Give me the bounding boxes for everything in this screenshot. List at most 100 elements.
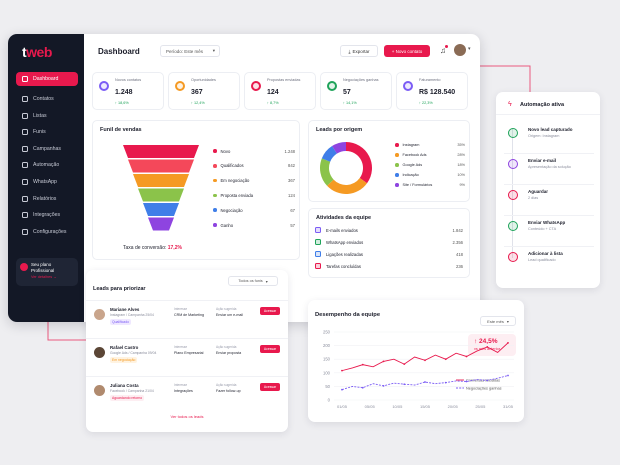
series-line-0	[341, 342, 509, 372]
kpi-value: 367	[191, 89, 203, 96]
sidebar-item-6[interactable]: WhatsApp	[16, 175, 78, 189]
lead-row[interactable]: Rafael Castro Google Ads / Campanha 09/04…	[86, 338, 288, 374]
sidebar-item-9[interactable]: Configurações	[16, 225, 78, 239]
data-point	[507, 374, 509, 377]
kpi-icon	[251, 81, 261, 91]
status-badge: Aguardando retorno	[110, 395, 145, 401]
sidebar-item-4[interactable]: Campanhas	[16, 142, 78, 156]
x-tick-label: 01/05	[337, 404, 348, 409]
step-subtitle: 2 dias	[528, 196, 539, 200]
sidebar-item-label: Funis	[33, 129, 46, 136]
step-title: Novo lead capturado	[528, 127, 573, 132]
nav-5-icon	[22, 162, 28, 169]
sidebar-item-8[interactable]: Integrações	[16, 208, 78, 222]
x-tick-label: 10/05	[392, 404, 403, 409]
sidebar-item-label: Automação	[33, 162, 60, 169]
logo: tweb	[22, 44, 52, 60]
step-subtitle: Apresentação da solução	[528, 165, 571, 169]
legend-dot	[395, 143, 399, 147]
avatar[interactable]	[454, 44, 466, 56]
lead-row[interactable]: Juliana Costa Facebook / Campanha 21/04 Ag…	[86, 376, 288, 412]
sidebar-item-0[interactable]: Dashboard	[16, 72, 78, 86]
activity-icon	[315, 239, 321, 245]
stage-name: Proposta enviada	[220, 192, 254, 198]
access-button[interactable]: Acessar	[260, 383, 280, 391]
automation-title: Automação ativa	[520, 102, 565, 108]
data-point	[341, 369, 343, 372]
origin-name: Instagram	[402, 143, 420, 147]
lead-source: Facebook / Campanha 21/04	[110, 389, 154, 393]
sidebar-item-3[interactable]: Funis	[16, 125, 78, 139]
leads-card: Leads para priorizar Todos os funis ▾ Mar…	[86, 270, 288, 432]
interest-label: Interesse	[174, 383, 188, 387]
sidebar-item-5[interactable]: Automação	[16, 158, 78, 172]
funnel-stage	[123, 145, 199, 158]
plan-card[interactable]: Seu plano Profissional Ver detalhes →	[16, 258, 78, 286]
suggested-action: Enviar proposta	[216, 351, 242, 355]
legend-dot	[213, 164, 217, 168]
kpi-label: Propostas enviadas	[267, 78, 301, 82]
plan-details-link[interactable]: Ver detalhes →	[31, 275, 57, 279]
data-point	[403, 363, 406, 365]
nav-1-icon	[22, 96, 28, 102]
lead-row[interactable]: Mariane Alves Instagram / Campanha 25/04 Q…	[86, 300, 288, 336]
origin-legend-item: Google Ads 18%	[395, 161, 465, 169]
status-badge: Qualificado	[110, 319, 131, 325]
sidebar-item-2[interactable]: Listas	[16, 109, 78, 123]
export-button[interactable]: ⤓ Exportar	[340, 45, 378, 57]
step-title: Aguardar	[528, 189, 549, 194]
data-point	[465, 355, 468, 358]
kpi-delta: ↑ 18,6%	[115, 101, 129, 105]
nav-3-icon	[22, 129, 28, 136]
access-button[interactable]: Acessar	[260, 345, 280, 353]
kpi-card: Propostas enviadas 124 ↑ 8,7%	[244, 72, 316, 110]
kpi-card: Negociações ganhas 57 ↑ 14,1%	[320, 72, 392, 110]
lead-name: Juliana Costa	[110, 383, 139, 388]
activity-icon	[315, 251, 321, 257]
y-tick-label: 250	[323, 330, 331, 335]
kpi-card: Oportunidades 367 ↑ 12,4%	[168, 72, 240, 110]
kpi-value: 1.248	[115, 89, 133, 96]
step-icon	[508, 159, 518, 169]
new-contact-button[interactable]: + Novo contato	[384, 45, 430, 57]
step-title: Adicionar à lista	[528, 251, 563, 256]
sidebar-item-1[interactable]: Contatos	[16, 92, 78, 106]
data-point	[382, 384, 385, 387]
page-title: Dashboard	[98, 47, 140, 56]
avatar	[94, 347, 105, 358]
data-point	[424, 359, 426, 362]
nav-6-icon	[22, 179, 28, 185]
chevron-down-icon: ▾	[212, 48, 215, 53]
funnel-chart	[123, 145, 199, 231]
origin-value: 10%	[457, 173, 465, 177]
lightning-icon: ϟ	[508, 101, 512, 108]
suggested-action: Enviar um e-mail	[216, 313, 243, 317]
chevron-down-icon[interactable]: ▾	[468, 46, 471, 52]
activity-value: 2.356	[452, 239, 463, 245]
kpi-value: 124	[267, 89, 279, 96]
origin-name: Google Ads	[402, 163, 423, 167]
y-tick-label: 50	[325, 384, 330, 389]
sidebar-item-7[interactable]: Relatórios	[16, 192, 78, 206]
period-select[interactable]: Período: Este mês ▾	[160, 45, 220, 57]
suggested-action-label: Ação sugerida	[216, 383, 237, 387]
funnel-legend-item: Novo 1.248	[213, 147, 295, 155]
activity-row: Tarefas concluídas 236	[315, 263, 463, 269]
nav-9-icon	[22, 228, 28, 235]
kpi-label: Faturamento	[419, 78, 441, 82]
interest-label: Interesse	[174, 345, 188, 349]
access-button[interactable]: Acessar	[260, 307, 280, 315]
data-point	[444, 381, 447, 384]
step-subtitle: Lead qualificado	[528, 258, 556, 262]
funnel-filter-select[interactable]: Todos os funis ▾	[228, 276, 278, 286]
legend-dot	[395, 173, 399, 177]
interest-value: CRM de Marketing	[174, 313, 204, 317]
origin-value: 28%	[457, 153, 465, 157]
data-point	[361, 363, 364, 366]
view-all-leads-link[interactable]: Ver todos os leads	[86, 414, 288, 419]
funnel-legend-item: Proposta enviada 124	[213, 191, 295, 199]
stage-value: 67	[290, 207, 295, 213]
legend-dot	[213, 178, 217, 183]
sidebar-item-label: Dashboard	[33, 76, 59, 82]
origin-name: Facebook Ads	[402, 153, 427, 157]
